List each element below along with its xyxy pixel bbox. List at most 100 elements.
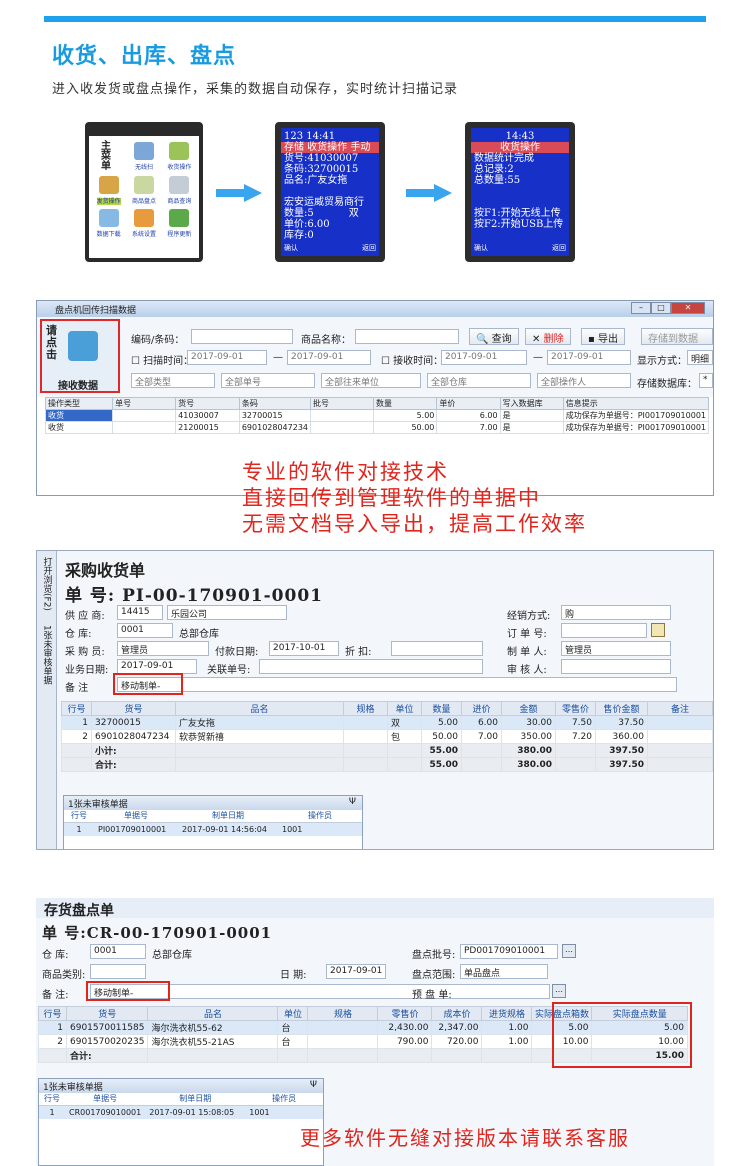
total-row: 合计: 55.00 380.00 397.50 [61, 757, 713, 772]
store-lib-select[interactable]: * [699, 373, 713, 388]
supplier-name-input[interactable]: 乐园公司 [167, 605, 287, 620]
col-header: 零售价 [377, 1006, 433, 1021]
phone2-line: 品名:广友女拖 [284, 175, 348, 186]
phone3-back[interactable]: 返回 [552, 243, 566, 254]
warehouse-code-input[interactable]: 0001 [117, 623, 173, 638]
export-button[interactable]: ▪ 导出 [581, 328, 625, 345]
menu-download[interactable]: 数据下载 [91, 209, 126, 238]
date-input[interactable]: 2017-09-01 [326, 964, 386, 979]
scan-time-checkbox[interactable]: ☐ 扫描时间： [131, 352, 193, 367]
warehouse-select[interactable]: 全部仓库 [427, 373, 531, 388]
main-menu-label: 主 菜 单 [101, 141, 111, 172]
store-db-button[interactable]: 存储到数据 [641, 328, 713, 345]
related-no-label: 关联单号: [207, 665, 251, 676]
col-header: 货号 [65, 1006, 149, 1021]
col-header: 单位 [387, 701, 422, 716]
table-row[interactable]: 收货 41030007 32700015 5.00 6.00 是成功保存为单据号：PI00… [44, 409, 710, 422]
scan-data-table: 操作类型 单号 货号 条码 批号 数量 单价 写入数据库 信息提示 收货 4103… [44, 397, 710, 434]
related-no-input[interactable] [259, 659, 483, 674]
window-title: 盘点机回传扫描数据 – □ ✕ [37, 301, 713, 317]
code-input[interactable] [191, 329, 293, 344]
unaudited-row[interactable]: 1 CR001709010001 2017-09-01 15:08:05 1001 [39, 1105, 323, 1119]
browse-button[interactable]: 打开浏览(F2) [42, 557, 52, 611]
close-button[interactable]: ✕ [671, 302, 705, 314]
col-header: 行号 [38, 1006, 67, 1021]
sale-mode-input[interactable]: 购 [561, 605, 671, 620]
pin-icon[interactable]: Ψ [349, 797, 356, 807]
update-icon [169, 209, 190, 227]
table-row[interactable]: 1 32700015 广友女拖双 5.00 6.00 30.00 7.50 37.50 [61, 715, 713, 730]
menu-settings[interactable]: 系统设置 [126, 209, 161, 238]
operator-select[interactable]: 全部操作人 [537, 373, 631, 388]
order-select[interactable]: 全部单号 [221, 373, 315, 388]
name-input[interactable] [355, 329, 459, 344]
phone3-confirm[interactable]: 确认 [474, 243, 488, 254]
biz-date-input[interactable]: 2017-09-01 [117, 659, 197, 674]
menu-update[interactable]: 程序更新 [162, 209, 197, 238]
batch-input[interactable]: PD001709010001 [460, 944, 558, 959]
phone2-back[interactable]: 返回 [362, 243, 376, 254]
maximize-button[interactable]: □ [651, 302, 671, 314]
col-header: 货号 [91, 701, 176, 716]
menu-wireless-scan[interactable]: 无线扫 [126, 142, 161, 172]
settings-icon [133, 209, 154, 227]
recv-time-checkbox[interactable]: ☐ 接收时间： [381, 352, 443, 367]
phone2-confirm[interactable]: 确认 [284, 243, 298, 254]
order-number: 单 号: PI-00-170901-0001 [65, 586, 323, 606]
scan-time-from[interactable]: 2017-09-01 [187, 350, 267, 365]
pay-date-input[interactable]: 2017-10-01 [269, 641, 339, 656]
query-button[interactable]: 🔍 查询 [469, 328, 519, 345]
page-subtitle: 进入收发货或盘点操作，采集的数据自动保存，实时统计扫描记录 [52, 82, 459, 97]
table-row[interactable]: 收货 21200015 6901028047234 50.00 7.00 是成功保存为单据… [44, 421, 710, 434]
side-toolbar: 打开浏览(F2) 1张未审核单据 [37, 551, 57, 849]
order-no-input[interactable] [561, 623, 647, 638]
unaudited-tab[interactable]: 1张未审核单据 [42, 625, 52, 685]
unaudited-row[interactable]: 1 PI001709010001 2017-09-01 14:56:04 1001 [64, 822, 362, 836]
col-header: 零售价 [555, 701, 596, 716]
col-header: 货号 [175, 397, 240, 410]
table-row[interactable]: 2 6901028047234 软恭贺新禧包 50.00 7.00 350.00 7.20 3… [61, 729, 713, 744]
partner-select[interactable]: 全部往来单位 [321, 373, 421, 388]
col-header: 信息提示 [562, 397, 710, 410]
minimize-button[interactable]: – [631, 302, 651, 314]
recv-time-to[interactable]: 2017-09-01 [547, 350, 631, 365]
buyer-input[interactable]: 管理员 [117, 641, 209, 656]
note-label: 备 注: [42, 990, 69, 1001]
recv-time-from[interactable]: 2017-09-01 [441, 350, 527, 365]
maker-input[interactable]: 管理员 [561, 641, 671, 656]
delete-button[interactable]: ✕ 删除 [525, 328, 571, 345]
menu-receive[interactable]: 收货操作 [162, 142, 197, 172]
receive-data-button[interactable]: 请 点 击 接收数据 [40, 319, 120, 393]
type-select[interactable]: 全部类型 [131, 373, 215, 388]
phone3-line [474, 197, 566, 208]
supplier-code-input[interactable]: 14415 [117, 605, 163, 620]
pin-icon[interactable]: Ψ [310, 1080, 317, 1090]
menu-ship[interactable]: 发货操作 [91, 176, 126, 205]
menu-stocktake[interactable]: 商品盘点 [126, 176, 161, 205]
promo-line-3: 无需文档导入导出，提高工作效率 [242, 512, 587, 536]
range-input[interactable]: 单品盘点 [460, 964, 548, 979]
biz-date-label: 业务日期: [65, 665, 109, 676]
dash-label: — [273, 352, 283, 363]
col-header: 批号 [309, 397, 375, 410]
discount-input[interactable] [391, 641, 483, 656]
menu-query[interactable]: 商品查询 [162, 176, 197, 205]
lookup-icon[interactable] [651, 623, 665, 637]
show-mode-select[interactable]: 明细 [687, 350, 713, 365]
lookup-icon[interactable]: … [552, 984, 566, 998]
category-input[interactable] [90, 964, 146, 979]
phone3-line: 按F1:开始无线上传 [474, 208, 561, 219]
col-header: 操作类型 [44, 397, 114, 410]
phone3-line: 按F2:开始USB上传 [474, 219, 564, 230]
warehouse-code-input[interactable]: 0001 [90, 944, 146, 959]
lookup-icon[interactable]: … [562, 944, 576, 958]
save-icon: ▪ [588, 334, 595, 345]
note-input[interactable]: 移动制单- [117, 677, 677, 692]
order-number: 单 号:CR-00-170901-0001 [42, 924, 273, 942]
col-header: 品名 [175, 701, 344, 716]
scan-time-to[interactable]: 2017-09-01 [287, 350, 371, 365]
form-title: 存货盘点单 [44, 903, 114, 919]
page-title: 收货、出库、盘点 [52, 44, 237, 69]
range-label: 盘点范围: [412, 970, 456, 981]
auditor-input[interactable] [561, 659, 671, 674]
